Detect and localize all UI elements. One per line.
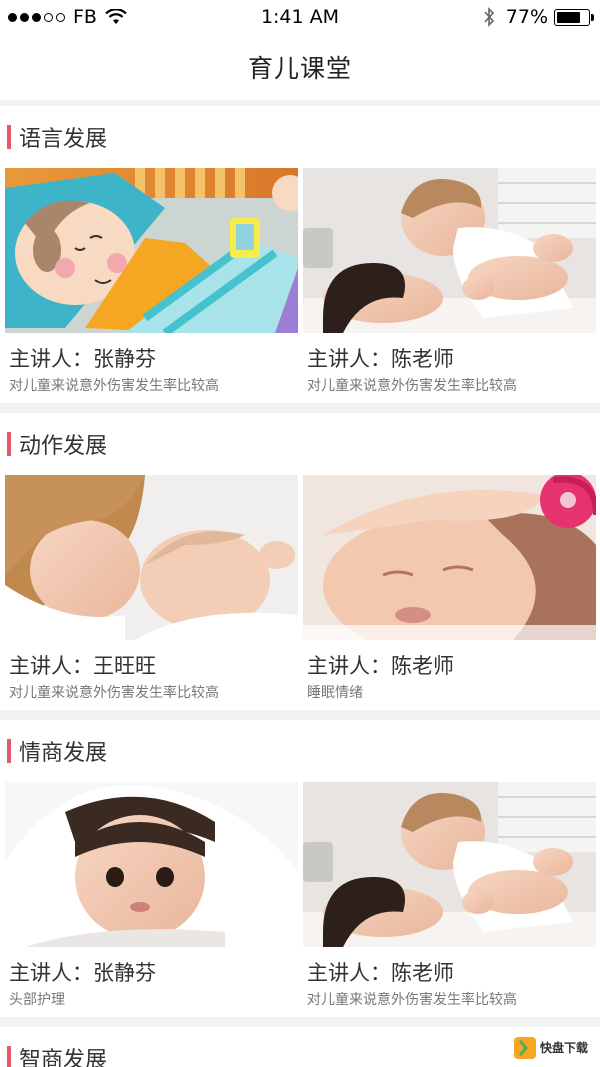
- section-title: 情商发展: [19, 741, 108, 766]
- speaker-name: 主讲人：陈老师: [307, 961, 454, 985]
- course-description: 对儿童来说意外伤害发生率比较高: [9, 685, 219, 701]
- section-title: 语言发展: [19, 127, 108, 152]
- speaker-name: 主讲人：张静芬: [9, 347, 156, 371]
- battery-icon: [554, 8, 594, 26]
- section-accent-bar: [7, 432, 11, 456]
- watermark-logo-icon: [513, 1037, 536, 1059]
- section-emotional: 情商发展 主讲人：张静芬 头部护理 主讲人：陈老师 对儿童来说意外伤害发生率比较…: [0, 720, 600, 1017]
- speaker-name: 主讲人：张静芬: [9, 961, 156, 985]
- watermark-text: 盘下载: [551, 1041, 588, 1055]
- course-card[interactable]: 主讲人：陈老师 睡眠情绪: [303, 475, 596, 702]
- mother-sleeping-baby-image: [5, 475, 298, 640]
- battery-percent: 77%: [505, 6, 548, 28]
- section-accent-bar: [7, 739, 11, 763]
- section-motor: 动作发展 主讲人：王旺旺 对儿童来说意外伤害发生率比较高 主讲人：陈老师 睡眠情…: [0, 413, 600, 710]
- watermark: 快盘下载: [509, 1035, 592, 1061]
- course-card[interactable]: 主讲人：王旺旺 对儿童来说意外伤害发生率比较高: [5, 475, 298, 702]
- speaker-name: 主讲人：陈老师: [307, 654, 454, 678]
- cartoon-child-bed-image: [5, 168, 298, 333]
- section-accent-bar: [7, 1046, 11, 1067]
- baby-under-blanket-image: [5, 782, 298, 947]
- battery-level: [557, 11, 581, 23]
- course-card[interactable]: 主讲人：陈老师 对儿童来说意外伤害发生率比较高: [303, 782, 596, 1009]
- status-right: 77%: [482, 6, 594, 28]
- page-title: 育儿课堂: [247, 54, 352, 83]
- course-description: 对儿童来说意外伤害发生率比较高: [9, 378, 219, 394]
- mother-lifting-baby-image: [303, 168, 596, 333]
- watermark-logo-text: 快: [539, 1041, 552, 1055]
- course-card[interactable]: 主讲人：张静芬 对儿童来说意外伤害发生率比较高: [5, 168, 298, 395]
- section-title: 智商发展: [19, 1048, 108, 1067]
- course-list[interactable]: 语言发展 主讲人：张静芬 对儿童来说意外伤害发生率比较高 主讲人：陈老师 对儿童…: [0, 106, 600, 1067]
- mother-lifting-baby-image: [303, 782, 596, 947]
- nav-bar: 育儿课堂: [0, 34, 600, 100]
- course-description: 对儿童来说意外伤害发生率比较高: [307, 992, 517, 1008]
- course-description: 对儿童来说意外伤害发生率比较高: [307, 378, 517, 394]
- status-bar: FB 1:41 AM 77%: [0, 0, 600, 34]
- section-title: 动作发展: [19, 434, 108, 459]
- section-language: 语言发展 主讲人：张静芬 对儿童来说意外伤害发生率比较高 主讲人：陈老师 对儿童…: [0, 106, 600, 403]
- section-header: 情商发展: [0, 720, 600, 782]
- course-card[interactable]: 主讲人：张静芬 头部护理: [5, 782, 298, 1009]
- speaker-name: 主讲人：陈老师: [307, 347, 454, 371]
- course-description: 头部护理: [9, 992, 65, 1008]
- bluetooth-icon: [484, 7, 494, 27]
- section-header: 动作发展: [0, 413, 600, 475]
- speaker-name: 主讲人：王旺旺: [9, 654, 156, 678]
- sleeping-newborn-image: [303, 475, 596, 640]
- course-description: 睡眠情绪: [307, 685, 363, 701]
- section-accent-bar: [7, 125, 11, 149]
- section-header: 语言发展: [0, 106, 600, 168]
- course-card[interactable]: 主讲人：陈老师 对儿童来说意外伤害发生率比较高: [303, 168, 596, 395]
